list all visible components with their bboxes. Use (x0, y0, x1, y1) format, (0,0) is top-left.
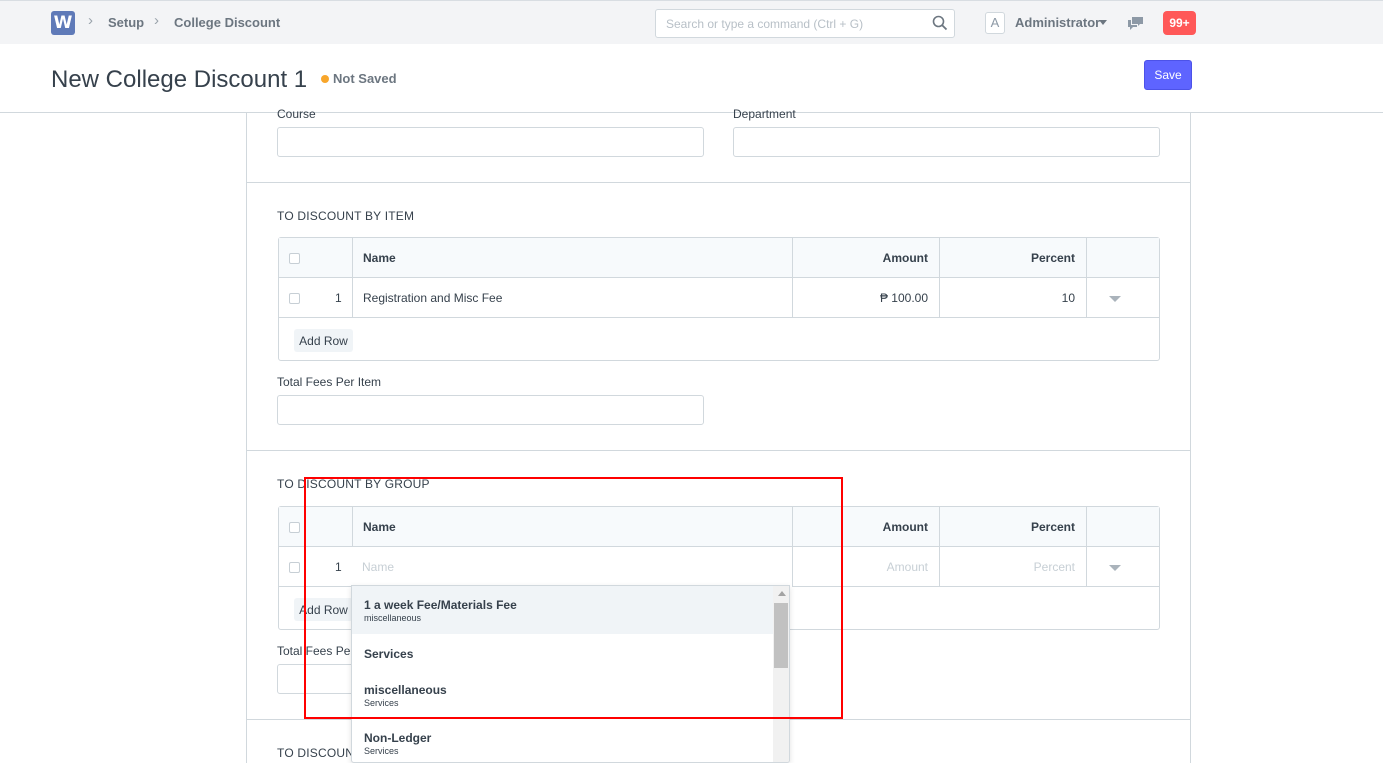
section-heading-item: TO DISCOUNT BY ITEM (277, 209, 415, 223)
select-all-checkbox[interactable] (289, 253, 300, 264)
page-title: New College Discount 1 (51, 66, 308, 93)
row-checkbox[interactable] (289, 562, 300, 573)
user-menu[interactable]: Administrator (1015, 15, 1100, 30)
row-amount-placeholder[interactable]: Amount (887, 560, 928, 574)
department-field[interactable] (733, 127, 1160, 157)
total-fees-item-label: Total Fees Per Item (277, 375, 382, 389)
row-expand-chevron-icon[interactable] (1109, 296, 1121, 302)
select-all-checkbox[interactable] (289, 522, 300, 533)
dropdown-item[interactable]: miscellaneous Services (352, 674, 773, 722)
row-index: 1 (335, 291, 342, 305)
section-heading-group: TO DISCOUNT BY GROUP (277, 477, 430, 491)
app-logo[interactable]: W (51, 11, 75, 35)
notification-badge[interactable]: 99+ (1163, 11, 1196, 35)
navbar: W › Setup › College Discount A Administr… (0, 0, 1383, 44)
status-indicator-icon (321, 75, 329, 83)
section-heading-next: TO DISCOUNT (277, 746, 362, 760)
table-row-editing[interactable]: 1 Amount Percent (279, 547, 1159, 587)
dropdown-item-title: 1 a week Fee/Materials Fee (364, 598, 517, 612)
dropdown-item-subtitle: Services (364, 698, 399, 708)
row-expand-chevron-icon[interactable] (1109, 565, 1121, 571)
status-badge: Not Saved (333, 71, 397, 86)
column-name: Name (363, 251, 396, 265)
search-box (655, 9, 955, 38)
table-row[interactable]: 1 Registration and Misc Fee ₱ 100.00 10 (279, 278, 1159, 318)
search-icon[interactable] (931, 14, 949, 32)
dropdown-item-title: Non-Ledger (364, 731, 432, 745)
course-label: Course (277, 107, 316, 121)
grid-header: Name Amount Percent (279, 238, 1159, 278)
chat-icon[interactable] (1127, 15, 1145, 31)
autocomplete-dropdown: 1 a week Fee/Materials Fee miscellaneous… (351, 585, 790, 763)
add-row-button[interactable]: Add Row (294, 329, 353, 352)
grid-header: Name Amount Percent (279, 507, 1159, 547)
row-checkbox[interactable] (289, 293, 300, 304)
page-header: New College Discount 1 Not Saved Save (0, 44, 1383, 113)
dropdown-scrollbar[interactable] (773, 586, 789, 762)
breadcrumb-college-discount[interactable]: College Discount (174, 15, 280, 30)
section-divider (247, 182, 1190, 183)
discount-item-grid: Name Amount Percent 1 Registration and M… (278, 237, 1160, 361)
save-button[interactable]: Save (1144, 60, 1192, 90)
search-input[interactable] (656, 10, 926, 37)
column-percent: Percent (1030, 520, 1075, 534)
dropdown-item[interactable]: Non-Ledger Services (352, 722, 773, 762)
dropdown-item[interactable]: Services (352, 634, 773, 674)
chevron-right-icon: › (154, 12, 159, 29)
section-divider (247, 450, 1190, 451)
dropdown-item-title: Services (364, 647, 414, 661)
dropdown-item-subtitle: miscellaneous (364, 613, 422, 623)
dropdown-item-title: miscellaneous (364, 683, 447, 697)
course-field[interactable] (277, 127, 704, 157)
dropdown-item-subtitle: Services (364, 746, 399, 756)
scroll-up-arrow-icon[interactable] (778, 591, 786, 596)
row-name[interactable]: Registration and Misc Fee (363, 291, 502, 305)
department-label: Department (733, 107, 796, 121)
avatar[interactable]: A (985, 12, 1005, 34)
column-amount: Amount (882, 520, 928, 534)
row-percent[interactable]: 10 (1062, 291, 1075, 305)
column-amount: Amount (882, 251, 928, 265)
row-index: 1 (335, 560, 342, 574)
column-name: Name (363, 520, 396, 534)
caret-down-icon[interactable] (1099, 20, 1107, 25)
chevron-right-icon: › (88, 12, 93, 29)
total-fees-item-field[interactable] (277, 395, 704, 425)
scroll-thumb[interactable] (774, 603, 788, 668)
breadcrumb-setup[interactable]: Setup (108, 15, 144, 30)
row-amount[interactable]: ₱ 100.00 (880, 291, 928, 305)
row-percent-placeholder[interactable]: Percent (1034, 560, 1075, 574)
group-name-input[interactable] (352, 547, 792, 587)
column-percent: Percent (1030, 251, 1075, 265)
dropdown-item[interactable]: 1 a week Fee/Materials Fee miscellaneous (352, 586, 773, 634)
total-fees-group-label: Total Fees Per (277, 644, 355, 658)
add-row-button[interactable]: Add Row (294, 598, 353, 621)
